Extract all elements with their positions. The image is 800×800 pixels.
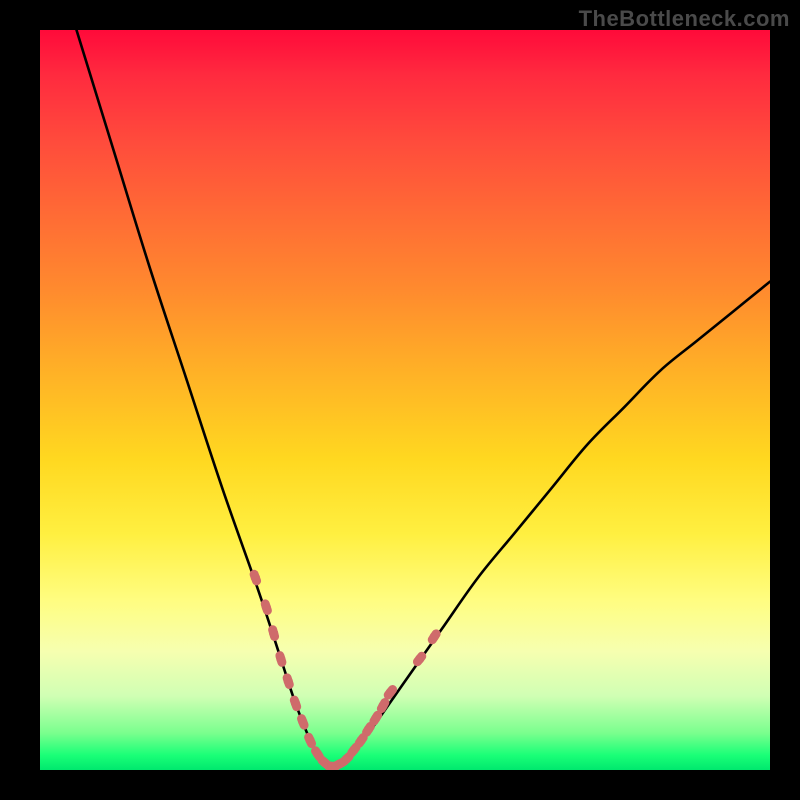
marker-dot (298, 717, 307, 726)
marker-dot (364, 725, 373, 734)
marker-dot (306, 736, 315, 745)
marker-dot (262, 603, 271, 612)
marker-dot (276, 654, 285, 663)
chart-frame: TheBottleneck.com (0, 0, 800, 800)
marker-dot (430, 632, 439, 641)
marker-dot (291, 699, 300, 708)
plot-area (40, 30, 770, 770)
marker-dot (415, 654, 424, 663)
watermark-text: TheBottleneck.com (579, 6, 790, 32)
curve-layer (40, 30, 770, 770)
marker-dot (379, 701, 388, 710)
marker-dot (269, 629, 278, 638)
marker-dot (251, 573, 260, 582)
marker-dot (284, 677, 293, 686)
marker-dot (357, 736, 366, 745)
marker-dot (371, 714, 380, 723)
marker-dot (386, 688, 395, 697)
